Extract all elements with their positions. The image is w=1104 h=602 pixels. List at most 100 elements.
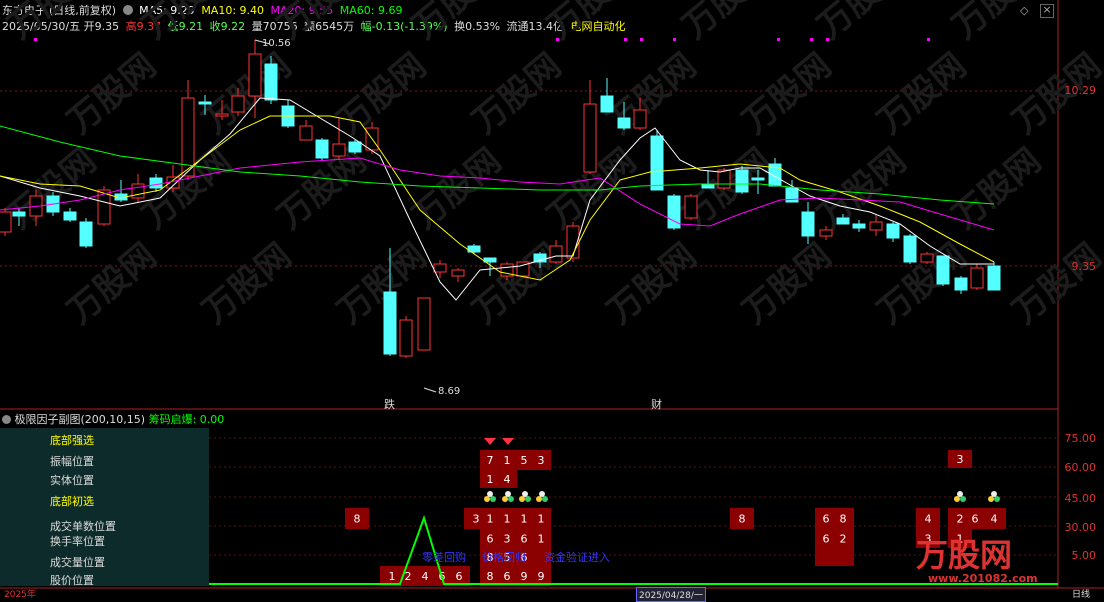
svg-text:6: 6 [521, 533, 528, 546]
candlestick[interactable] [399, 316, 413, 358]
watermark-tile: 万股网 [810, 0, 914, 47]
candlestick[interactable] [852, 220, 866, 232]
period-label[interactable]: 日线 [1072, 587, 1090, 600]
svg-text:6: 6 [972, 513, 979, 526]
cluster-icon [502, 491, 514, 502]
subchart-settings-icon[interactable] [2, 415, 11, 424]
signal-cell: 3 [531, 450, 551, 470]
candlestick[interactable] [281, 100, 295, 128]
watermark-tile: 万股网 [675, 0, 779, 47]
subchart-legend-panel: 底部强选 振幅位置 实体位置 底部初选 成交单数位置 换手率位置 成交量位置 股… [0, 428, 209, 587]
candlestick[interactable] [417, 297, 431, 351]
signal-cell: 4 [982, 508, 1006, 529]
watermark-tile: 万股网 [465, 46, 569, 142]
svg-text:1: 1 [487, 473, 494, 486]
watermark-tile: 万股网 [60, 46, 164, 142]
svg-text:1: 1 [389, 570, 396, 583]
candlestick[interactable] [903, 234, 917, 264]
peak-label: 10.56 [262, 38, 291, 49]
svg-text:1: 1 [521, 513, 528, 526]
signal-cell: 1 [531, 508, 551, 529]
candlestick[interactable] [600, 78, 614, 113]
candlestick[interactable] [667, 194, 681, 230]
candlestick[interactable] [650, 130, 664, 191]
watermark-tile: 万股网 [135, 0, 239, 47]
candlestick[interactable] [954, 276, 968, 294]
diamond-icon [502, 438, 514, 445]
candlestick[interactable] [735, 166, 749, 194]
candlestick[interactable] [299, 120, 313, 141]
signal-dot [640, 38, 643, 41]
legend-item: 换手率位置 [50, 535, 105, 548]
watermark-tile: 万股网 [735, 46, 839, 142]
signal-cell [832, 548, 854, 566]
svg-text:1: 1 [504, 513, 511, 526]
svg-text:7: 7 [487, 454, 494, 467]
mark-fall: 跌 [384, 398, 395, 411]
svg-text:6: 6 [823, 513, 830, 526]
svg-text:5: 5 [521, 454, 528, 467]
subchart-title: 极限因子副图(200,10,15) 筹码启爆: 0.00 [2, 411, 224, 427]
legend-item: 实体位置 [50, 474, 94, 487]
blue-note: 零差回购 [422, 551, 466, 564]
sub-axis-tick: 60.00 [1064, 461, 1097, 474]
svg-text:8: 8 [487, 570, 494, 583]
signal-dot [556, 38, 559, 41]
candlestick[interactable] [433, 260, 447, 278]
legend-item: 振幅位置 [50, 455, 94, 468]
blue-note: 资金验证进入 [544, 551, 610, 564]
subchart-extra: 筹码启爆: 0.00 [148, 413, 225, 426]
svg-text:3: 3 [957, 453, 964, 466]
signal-cell: 8 [832, 508, 854, 529]
candlestick[interactable] [483, 257, 497, 276]
signal-dot [624, 38, 627, 41]
candlestick[interactable] [0, 208, 12, 236]
candlestick[interactable] [970, 264, 984, 290]
diamond-icon [484, 438, 496, 445]
subchart-name[interactable]: 极限因子副图(200,10,15) [15, 413, 146, 426]
candlestick[interactable] [886, 222, 900, 242]
candlestick[interactable] [315, 138, 329, 160]
svg-text:4: 4 [925, 513, 932, 526]
watermark-tile: 万股网 [405, 0, 509, 47]
svg-text:3: 3 [473, 513, 480, 526]
candlestick[interactable] [869, 214, 883, 236]
candlestick[interactable] [936, 255, 950, 286]
svg-text:1: 1 [538, 533, 545, 546]
candlestick[interactable] [684, 194, 698, 220]
signal-cell: 8 [345, 508, 369, 529]
candlestick[interactable] [987, 262, 1001, 291]
watermark-tile: 万股网 [1005, 236, 1104, 332]
time-axis-start: 2025年 [4, 590, 36, 600]
candlestick[interactable] [583, 80, 597, 174]
candlestick[interactable] [451, 268, 465, 282]
svg-text:1: 1 [487, 513, 494, 526]
signal-dot [810, 38, 813, 41]
candlestick[interactable] [467, 244, 481, 254]
watermark-tile: 万股网 [60, 236, 164, 332]
sub-axis-tick: 30.00 [1064, 521, 1097, 534]
watermark-tile: 万股网 [195, 46, 299, 142]
price-axis-high: 10.29 [1064, 84, 1097, 97]
watermark-logo: 万股网 [916, 536, 1013, 574]
signal-cell: 3 [948, 450, 972, 468]
candlestick[interactable] [920, 252, 934, 264]
candlestick[interactable] [549, 240, 563, 264]
candlestick[interactable] [63, 208, 77, 222]
candlestick[interactable] [79, 218, 93, 248]
signal-cell: 1 [531, 529, 551, 548]
svg-text:4: 4 [991, 513, 998, 526]
svg-text:8: 8 [354, 513, 361, 526]
price-axis-low: 9.35 [1071, 260, 1097, 273]
watermark-tile: 万股网 [330, 46, 434, 142]
cluster-icon [519, 491, 531, 502]
candlestick[interactable] [166, 165, 180, 192]
cluster-icon [988, 491, 1000, 502]
watermark-tile: 万股网 [735, 236, 839, 332]
watermark-tile: 万股网 [540, 0, 644, 47]
watermark-url: www.201082.com [928, 572, 1038, 585]
watermark-tile: 万股网 [945, 0, 1049, 47]
svg-text:6: 6 [487, 533, 494, 546]
svg-text:9: 9 [521, 570, 528, 583]
legend-item: 股价位置 [50, 574, 94, 587]
